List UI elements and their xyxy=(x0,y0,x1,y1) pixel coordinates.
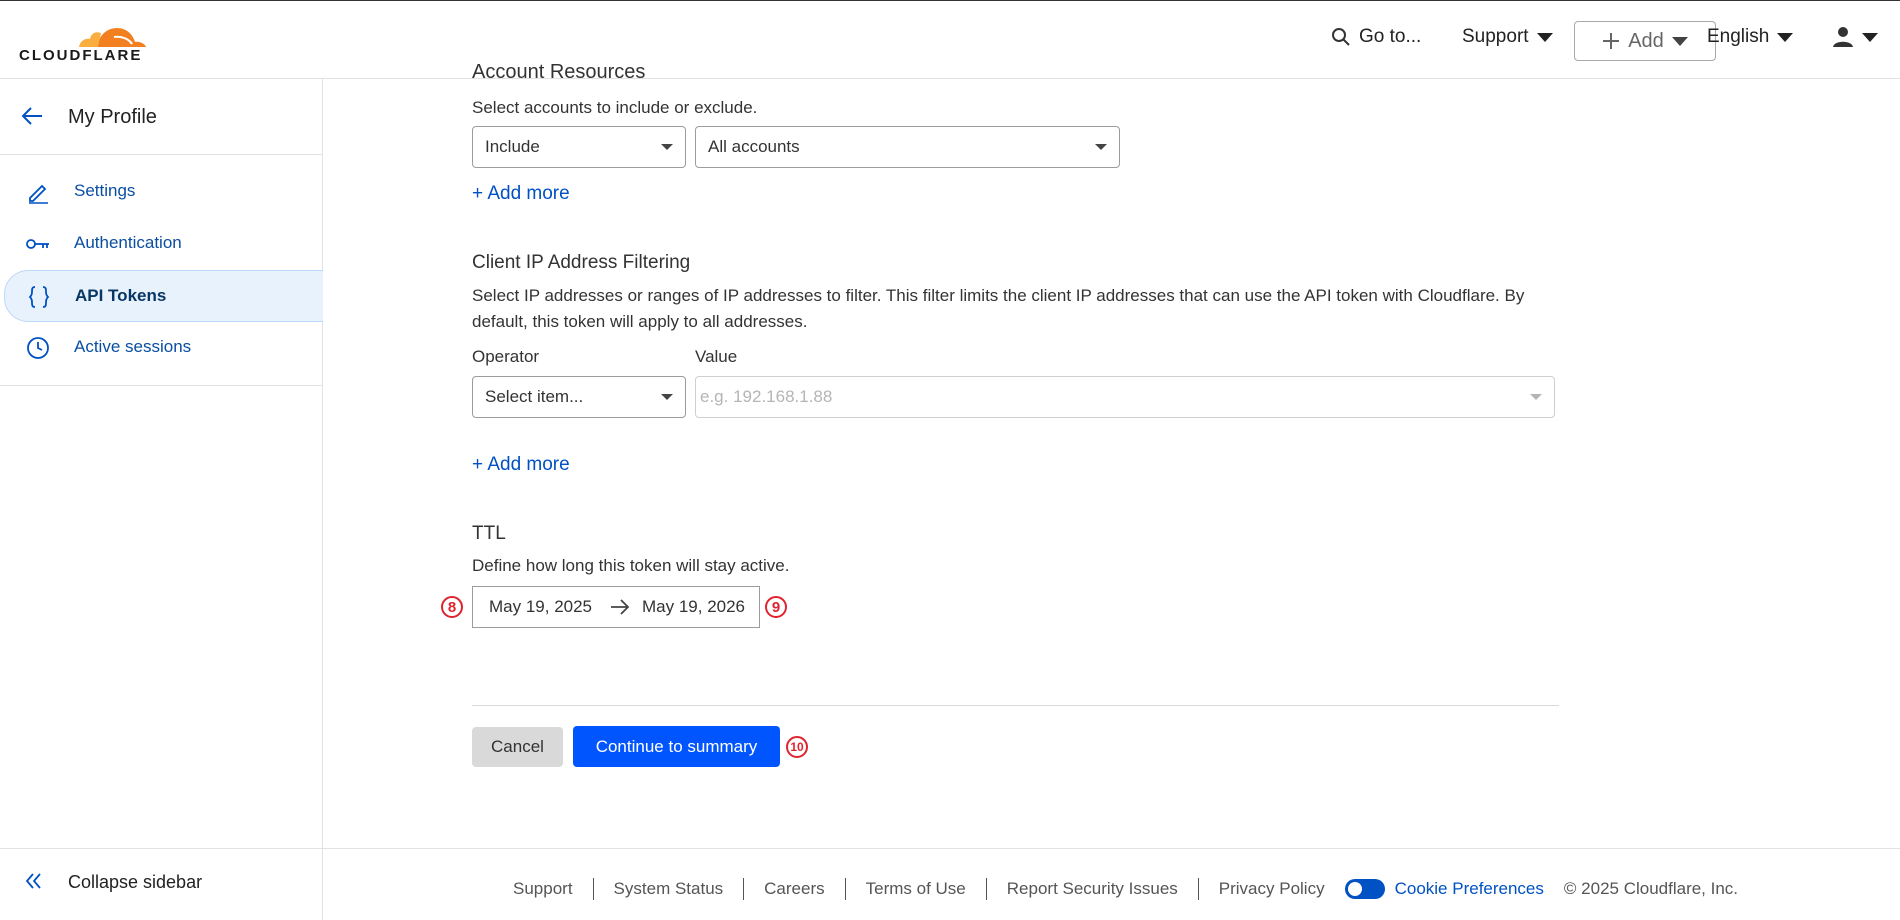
ttl-date-range[interactable]: May 19, 2025 May 19, 2026 xyxy=(472,586,760,628)
arrow-right-icon xyxy=(611,599,630,615)
divider xyxy=(0,154,322,155)
accounts-select[interactable]: All accounts xyxy=(695,126,1120,168)
goto-label: Go to... xyxy=(1359,26,1422,47)
account-add-more-link[interactable]: + Add more xyxy=(472,183,570,205)
annotation-badge-9: 9 xyxy=(765,596,787,618)
user-icon xyxy=(1833,27,1853,47)
ip-filtering-description-1: Select IP addresses or ranges of IP addr… xyxy=(472,286,1525,305)
clock-icon xyxy=(27,337,49,359)
operator-select[interactable]: Select item... xyxy=(472,376,686,418)
chevron-down-icon xyxy=(1530,394,1542,400)
sidebar-item-label: Active sessions xyxy=(74,337,192,356)
annotation-badge-10: 10 xyxy=(786,736,808,758)
accounts-select-value: All accounts xyxy=(708,137,800,156)
chevron-down-icon xyxy=(661,394,673,400)
ip-filtering-description-2: default, this token will apply to all ad… xyxy=(472,312,808,331)
sidebar: My Profile Settings Authentication API T… xyxy=(0,79,323,920)
chevron-down-icon xyxy=(1862,32,1878,42)
cookie-toggle-icon xyxy=(1344,879,1385,899)
footer-link-report-security[interactable]: Report Security Issues xyxy=(987,878,1199,900)
sidebar-item-label: API Tokens xyxy=(75,286,167,305)
sidebar-title: My Profile xyxy=(68,106,157,128)
annotation-badge-8: 8 xyxy=(441,596,463,618)
ip-filtering-title: Client IP Address Filtering xyxy=(472,252,691,273)
footer-link-privacy[interactable]: Privacy Policy xyxy=(1199,878,1345,900)
ttl-end-date[interactable]: May 19, 2026 xyxy=(642,597,745,617)
chevron-down-icon xyxy=(1536,32,1553,42)
support-menu[interactable]: Support xyxy=(1462,26,1553,48)
back-arrow-icon[interactable] xyxy=(20,105,44,127)
braces-icon xyxy=(28,286,50,308)
sidebar-item-authentication[interactable]: Authentication xyxy=(4,218,323,270)
language-label: English xyxy=(1707,26,1770,47)
ip-value-placeholder: e.g. 192.168.1.88 xyxy=(700,387,833,406)
language-menu[interactable]: English xyxy=(1707,26,1794,48)
chevron-down-icon xyxy=(1095,144,1107,150)
footer: Support System Status Careers Terms of U… xyxy=(513,878,1738,900)
operator-label: Operator xyxy=(472,347,540,366)
plus-icon xyxy=(1603,33,1620,49)
divider xyxy=(0,385,322,386)
goto-button[interactable]: Go to... xyxy=(1331,26,1421,48)
divider xyxy=(472,705,1559,706)
brand-wordmark: CLOUDFLARE xyxy=(19,47,143,64)
chevron-down-icon xyxy=(1777,32,1794,42)
support-label: Support xyxy=(1462,26,1529,47)
cookie-preferences-link[interactable]: Cookie Preferences xyxy=(1344,879,1544,899)
footer-link-system-status[interactable]: System Status xyxy=(594,878,745,900)
copyright-text: © 2025 Cloudflare, Inc. xyxy=(1563,879,1739,898)
ip-value-field[interactable]: e.g. 192.168.1.88 xyxy=(695,376,1555,418)
sidebar-item-label: Authentication xyxy=(74,233,182,252)
pencil-icon xyxy=(29,184,48,204)
sidebar-item-label: Settings xyxy=(74,181,136,200)
cookie-preferences-label: Cookie Preferences xyxy=(1394,879,1544,898)
search-icon xyxy=(1332,28,1350,46)
footer-link-careers[interactable]: Careers xyxy=(744,878,846,900)
double-chevron-left-icon xyxy=(25,873,41,889)
divider xyxy=(0,848,322,849)
continue-to-summary-button[interactable]: Continue to summary xyxy=(573,726,780,767)
ttl-description: Define how long this token will stay act… xyxy=(472,556,790,575)
footer-divider xyxy=(323,848,1900,849)
user-menu[interactable] xyxy=(1832,26,1878,48)
top-header: CLOUDFLARE Go to... Support Add English xyxy=(0,0,1900,79)
chevron-down-icon xyxy=(661,144,673,150)
sidebar-item-active-sessions[interactable]: Active sessions xyxy=(4,322,323,374)
cancel-button[interactable]: Cancel xyxy=(472,727,563,767)
ttl-title: TTL xyxy=(472,523,506,544)
operator-select-value: Select item... xyxy=(485,387,584,406)
sidebar-item-api-tokens[interactable]: API Tokens xyxy=(4,270,323,322)
value-label: Value xyxy=(695,347,738,366)
include-select-value: Include xyxy=(485,137,540,156)
footer-link-terms[interactable]: Terms of Use xyxy=(846,878,987,900)
include-select[interactable]: Include xyxy=(472,126,686,168)
chevron-down-icon xyxy=(1671,36,1688,46)
account-resources-title: Account Resources xyxy=(472,61,646,83)
account-resources-description: Select accounts to include or exclude. xyxy=(472,98,758,117)
ttl-start-date[interactable]: May 19, 2025 xyxy=(489,597,592,617)
add-label: Add xyxy=(1628,29,1664,52)
footer-link-support[interactable]: Support xyxy=(513,878,594,900)
key-icon xyxy=(26,239,49,249)
ip-add-more-link[interactable]: + Add more xyxy=(472,454,570,476)
sidebar-item-settings[interactable]: Settings xyxy=(4,166,323,218)
add-button[interactable]: Add xyxy=(1574,21,1716,61)
collapse-sidebar-label: Collapse sidebar xyxy=(68,872,203,892)
collapse-sidebar-button[interactable]: Collapse sidebar xyxy=(24,872,202,892)
main-content: Account Resources Select accounts to inc… xyxy=(323,61,1900,920)
